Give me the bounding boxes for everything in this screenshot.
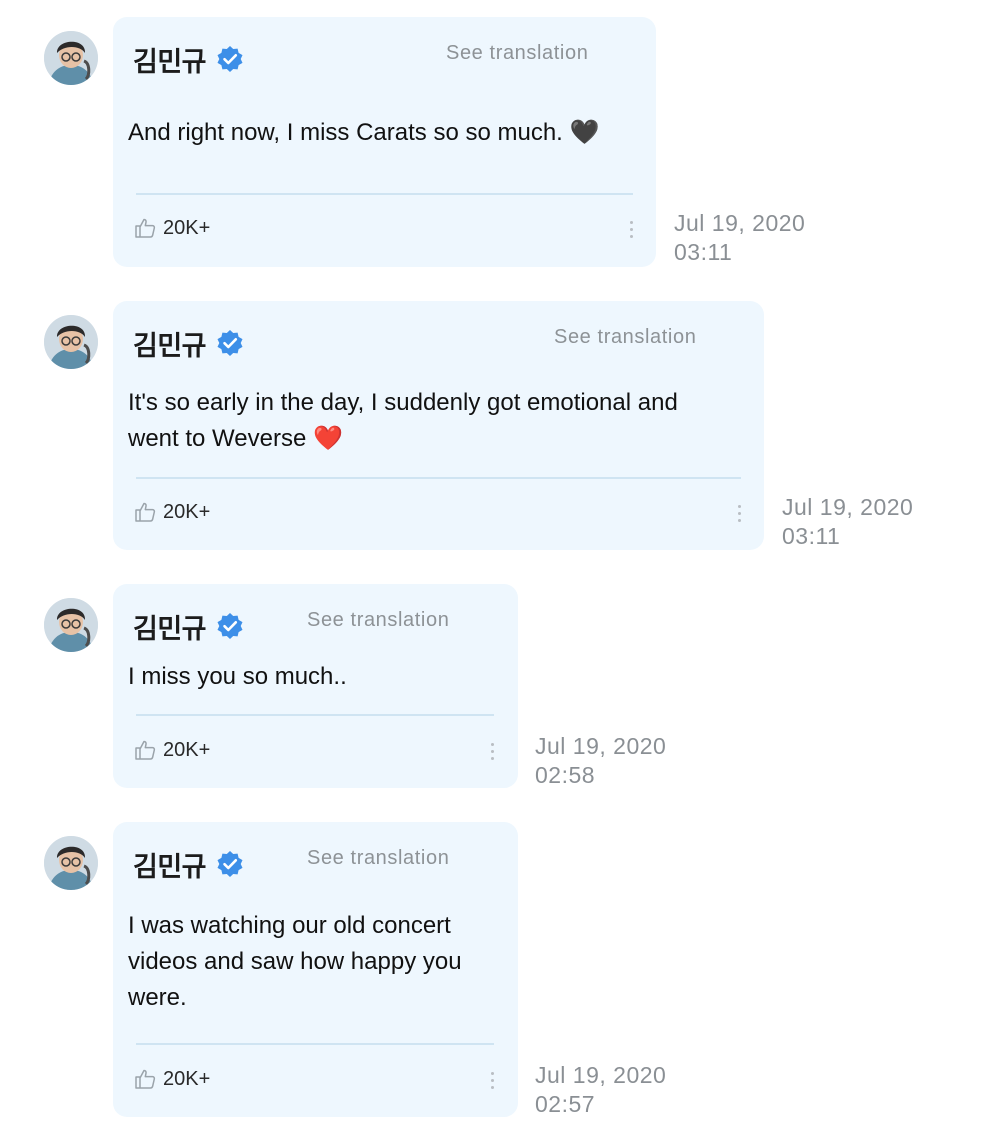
author-row: 김민규 — [133, 323, 244, 363]
like-count: 20K+ — [163, 1067, 211, 1090]
comment-post: 김민규 See translation I was watching our o… — [0, 822, 982, 1117]
like-count: 20K+ — [163, 216, 211, 239]
comment-bubble: 김민규 See translation And right now, I mis… — [113, 17, 656, 267]
like-button[interactable]: 20K+ — [133, 216, 210, 240]
verified-badge-icon — [216, 45, 244, 73]
more-options-icon[interactable] — [487, 740, 497, 766]
thumbs-up-icon — [133, 500, 157, 524]
divider — [136, 714, 494, 716]
author-row: 김민규 — [133, 39, 244, 79]
more-options-icon[interactable] — [734, 502, 744, 528]
timestamp: Jul 19, 2020 02:57 — [535, 1061, 666, 1119]
see-translation-link[interactable]: See translation — [554, 326, 696, 349]
comment-post: 김민규 See translation I miss you so much..… — [0, 584, 982, 788]
verified-badge-icon — [216, 612, 244, 640]
more-options-icon[interactable] — [626, 218, 636, 244]
see-translation-link[interactable]: See translation — [307, 609, 449, 632]
divider — [136, 477, 741, 479]
thumbs-up-icon — [133, 738, 157, 762]
divider — [136, 193, 633, 195]
comment-post: 김민규 See translation And right now, I mis… — [0, 17, 982, 267]
timestamp-time: 03:11 — [674, 239, 733, 265]
author-name[interactable]: 김민규 — [133, 40, 207, 79]
avatar[interactable] — [44, 836, 98, 890]
author-row: 김민규 — [133, 844, 244, 884]
like-button[interactable]: 20K+ — [133, 1067, 210, 1091]
see-translation-link[interactable]: See translation — [307, 847, 449, 870]
timestamp-time: 03:11 — [782, 523, 841, 549]
timestamp-date: Jul 19, 2020 — [674, 210, 806, 236]
divider — [136, 1043, 494, 1045]
like-button[interactable]: 20K+ — [133, 738, 210, 762]
timestamp: Jul 19, 2020 03:11 — [674, 209, 805, 267]
comment-text: I was watching our old concert videos an… — [128, 912, 462, 1011]
like-button[interactable]: 20K+ — [133, 500, 210, 524]
timestamp: Jul 19, 2020 03:11 — [782, 493, 913, 551]
thumbs-up-icon — [133, 216, 157, 240]
comment-text: And right now, I miss Carats so so much.… — [128, 119, 600, 146]
author-name[interactable]: 김민규 — [133, 324, 207, 363]
comment-bubble: 김민규 See translation I was watching our o… — [113, 822, 518, 1117]
author-name[interactable]: 김민규 — [133, 607, 207, 646]
comment-bubble: 김민규 See translation I miss you so much..… — [113, 584, 518, 788]
comment-text: I miss you so much.. — [128, 663, 347, 690]
avatar[interactable] — [44, 598, 98, 652]
comment-post: 김민규 See translation It's so early in the… — [0, 301, 982, 550]
see-translation-link[interactable]: See translation — [446, 42, 588, 65]
like-count: 20K+ — [163, 500, 211, 523]
avatar[interactable] — [44, 315, 98, 369]
author-row: 김민규 — [133, 606, 244, 646]
like-count: 20K+ — [163, 738, 211, 761]
timestamp-date: Jul 19, 2020 — [782, 494, 914, 520]
verified-badge-icon — [216, 329, 244, 357]
thumbs-up-icon — [133, 1067, 157, 1091]
timestamp: Jul 19, 2020 02:58 — [535, 732, 666, 790]
timestamp-time: 02:57 — [535, 1091, 596, 1117]
comment-bubble: 김민규 See translation It's so early in the… — [113, 301, 764, 550]
timestamp-time: 02:58 — [535, 762, 596, 788]
verified-badge-icon — [216, 850, 244, 878]
timestamp-date: Jul 19, 2020 — [535, 733, 667, 759]
avatar[interactable] — [44, 31, 98, 85]
more-options-icon[interactable] — [487, 1069, 497, 1095]
timestamp-date: Jul 19, 2020 — [535, 1062, 667, 1088]
author-name[interactable]: 김민규 — [133, 845, 207, 884]
comment-text: It's so early in the day, I suddenly got… — [128, 389, 678, 452]
